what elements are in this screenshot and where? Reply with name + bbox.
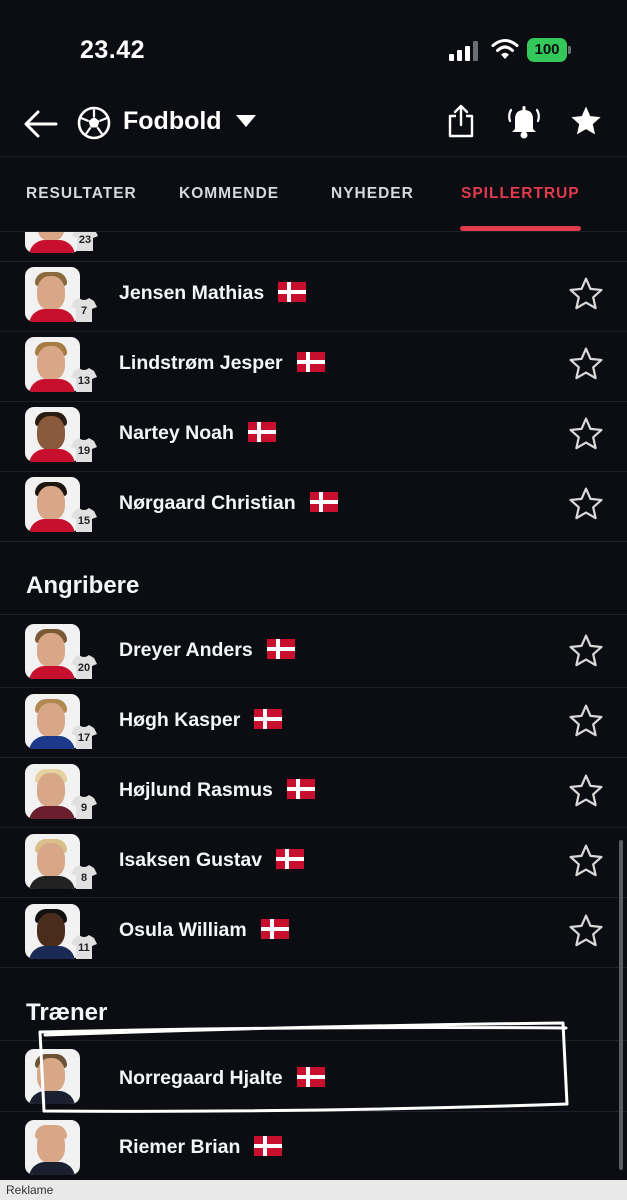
star-outline-icon[interactable] — [568, 703, 604, 739]
sport-title[interactable]: Fodbold — [123, 107, 222, 136]
player-name: Lindstrøm Jesper — [119, 351, 325, 375]
shirt-number: 17 — [77, 732, 91, 744]
player-row[interactable]: 13 Lindstrøm Jesper — [0, 332, 627, 402]
player-name-text: Højlund Rasmus — [119, 779, 273, 801]
coach-row[interactable]: Riemer Brian — [0, 1114, 627, 1180]
cellular-signal-icon — [449, 41, 478, 61]
player-row[interactable]: 17 Høgh Kasper — [0, 688, 627, 758]
shirt-number: 7 — [80, 305, 88, 317]
battery-level: 100 — [527, 38, 567, 62]
star-outline-icon[interactable] — [568, 486, 604, 522]
shirt-number: 8 — [80, 872, 88, 884]
tab-news[interactable]: NYHEDER — [331, 185, 414, 203]
player-name: Nartey Noah — [119, 421, 276, 445]
denmark-flag-icon — [254, 1135, 283, 1156]
section-heading-forwards: Angribere — [26, 572, 140, 599]
player-name: Jensen Mathias — [119, 281, 307, 305]
shirt-number: 15 — [77, 515, 91, 527]
status-bar: 23.42 100 — [0, 0, 627, 100]
denmark-flag-icon — [276, 848, 305, 869]
denmark-flag-icon — [278, 281, 307, 302]
player-row[interactable]: 15 Nørgaard Christian — [0, 472, 627, 542]
shirt-number: 19 — [77, 445, 91, 457]
player-name-text: Nørgaard Christian — [119, 492, 296, 514]
shirt-number: 13 — [77, 375, 91, 387]
player-name: Nørgaard Christian — [119, 491, 338, 515]
active-tab-indicator — [460, 226, 581, 231]
player-name-text: Osula William — [119, 919, 247, 941]
denmark-flag-icon — [266, 638, 295, 659]
player-row[interactable]: 19 Nartey Noah — [0, 402, 627, 472]
player-name: Dreyer Anders — [119, 638, 295, 662]
divider — [0, 614, 627, 615]
chevron-down-icon[interactable] — [234, 109, 258, 133]
denmark-flag-icon — [309, 491, 338, 512]
star-outline-icon[interactable] — [568, 346, 604, 382]
star-outline-icon[interactable] — [568, 843, 604, 879]
denmark-flag-icon — [254, 708, 283, 729]
denmark-flag-icon — [296, 1066, 325, 1087]
battery-icon: 100 — [527, 38, 573, 62]
tab-squad[interactable]: SPILLERTRUP — [461, 185, 580, 203]
star-outline-icon[interactable] — [568, 276, 604, 312]
coach-avatar — [25, 1120, 80, 1175]
shirt-number: 20 — [77, 662, 91, 674]
player-name-text: Jensen Mathias — [119, 282, 265, 304]
wifi-icon — [491, 39, 519, 59]
star-outline-icon[interactable] — [568, 773, 604, 809]
denmark-flag-icon — [247, 421, 276, 442]
player-name-text: Nartey Noah — [119, 422, 234, 444]
coach-avatar — [25, 1049, 80, 1104]
denmark-flag-icon — [260, 918, 289, 939]
scrollbar[interactable] — [619, 840, 623, 1170]
coach-name: Riemer Brian — [119, 1135, 283, 1159]
player-row[interactable]: 20 Dreyer Anders — [0, 618, 627, 688]
denmark-flag-icon — [296, 351, 325, 372]
share-icon[interactable] — [444, 101, 478, 141]
tab-bar: RESULTATER KOMMENDE NYHEDER SPILLERTRUP — [0, 156, 627, 232]
shirt-number: 23 — [78, 234, 92, 246]
player-name-text: Isaksen Gustav — [119, 849, 263, 871]
player-row[interactable]: 11 Osula William — [0, 898, 627, 968]
battery-cap — [568, 46, 571, 54]
notification-bell-icon[interactable] — [506, 101, 542, 141]
shirt-number: 9 — [80, 802, 88, 814]
status-time: 23.42 — [80, 36, 146, 64]
player-row[interactable]: 23 — [0, 232, 627, 262]
denmark-flag-icon — [286, 778, 315, 799]
star-outline-icon[interactable] — [568, 913, 604, 949]
star-outline-icon[interactable] — [568, 633, 604, 669]
player-name: Isaksen Gustav — [119, 848, 305, 872]
coach-name-text: Riemer Brian — [119, 1136, 241, 1158]
player-name: Højlund Rasmus — [119, 778, 315, 802]
coach-row[interactable]: Norregaard Hjalte — [0, 1042, 627, 1112]
ad-label: Reklame — [6, 1183, 54, 1197]
player-name-text: Høgh Kasper — [119, 709, 241, 731]
player-row[interactable]: 8 Isaksen Gustav — [0, 828, 627, 898]
ad-banner[interactable]: Reklame — [0, 1180, 627, 1200]
football-icon — [76, 105, 112, 141]
coach-name: Norregaard Hjalte — [119, 1066, 325, 1090]
player-row[interactable]: 7 Jensen Mathias — [0, 262, 627, 332]
divider — [0, 1040, 627, 1041]
player-name-text: Dreyer Anders — [119, 639, 253, 661]
player-name-text: Lindstrøm Jesper — [119, 352, 283, 374]
favorite-star-icon[interactable] — [568, 103, 604, 139]
shirt-number: 11 — [78, 942, 90, 954]
tab-results[interactable]: RESULTATER — [26, 185, 137, 203]
back-arrow-icon[interactable] — [22, 105, 60, 143]
player-row[interactable]: 9 Højlund Rasmus — [0, 758, 627, 828]
squad-list[interactable]: 23 7 Jensen Mathias 13 Lindstrøm Jesper … — [0, 232, 627, 1180]
player-name: Høgh Kasper — [119, 708, 283, 732]
section-heading-coach: Træner — [26, 999, 108, 1026]
top-app-bar: Fodbold — [0, 95, 627, 155]
coach-name-text: Norregaard Hjalte — [119, 1067, 283, 1089]
star-outline-icon[interactable] — [568, 416, 604, 452]
player-name: Osula William — [119, 918, 289, 942]
tab-upcoming[interactable]: KOMMENDE — [179, 185, 279, 203]
